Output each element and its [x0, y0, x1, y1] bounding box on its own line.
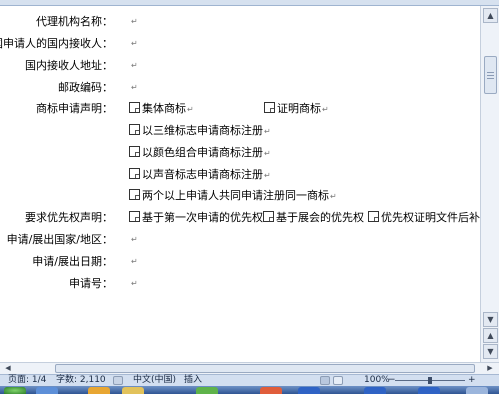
media-icon[interactable]: [260, 387, 282, 394]
insert-mode[interactable]: 插入: [184, 375, 202, 386]
language[interactable]: 中文(中国): [133, 375, 176, 386]
taskbar: [0, 386, 499, 394]
zoom-in-button[interactable]: +: [468, 375, 476, 386]
scroll-down-button[interactable]: ▼: [483, 312, 498, 327]
form-row-sound: 以声音标志申请商标注册↵: [0, 167, 480, 183]
option-three-dimensional[interactable]: 以三维标志申请商标注册↵: [129, 123, 271, 140]
previous-page-button[interactable]: ▲: [483, 328, 498, 343]
grip-icon: [487, 78, 494, 79]
form-row-domestic-recipient: 一国申请人的国内接收人： ↵: [0, 36, 480, 52]
checkbox-documents-later[interactable]: [368, 211, 379, 222]
arrow-down-icon: ▼: [487, 315, 494, 324]
field-label: 国内接收人地址：: [25, 59, 113, 72]
grip-icon: [487, 72, 494, 73]
form-row-date: 申请/展出日期： ↵: [0, 254, 480, 270]
scroll-right-button[interactable]: ▶: [484, 363, 496, 374]
folder-icon[interactable]: [88, 387, 110, 394]
form-row-joint-applicants: 两个以上申请人共同申请注册同一商标↵: [0, 188, 480, 204]
word-icon[interactable]: [298, 387, 320, 394]
grip-icon: [487, 75, 494, 76]
field-label: 申请号：: [69, 277, 113, 290]
document-page[interactable]: 代理机构名称： ↵ 一国申请人的国内接收人： ↵ 国内接收人地址： ↵ 邮政编码…: [0, 6, 480, 362]
arrow-up-icon: ▲: [487, 11, 494, 20]
start-button-icon[interactable]: [4, 387, 26, 394]
zoom-level[interactable]: 100%: [364, 375, 390, 386]
status-bar: 页面: 1/4 字数: 2,110 中文(中国) 插入 100% − +: [0, 374, 499, 386]
scroll-up-button[interactable]: ▲: [483, 8, 498, 23]
field-label: 申请/展出日期：: [32, 255, 113, 268]
checkbox-joint-applicants[interactable]: [129, 189, 140, 200]
field-label: 商标申请声明：: [36, 102, 113, 115]
paragraph-mark: ↵: [131, 279, 138, 288]
form-row-three-dimensional: 以三维标志申请商标注册↵: [0, 123, 480, 139]
checkbox-first-application[interactable]: [129, 211, 140, 222]
explorer-icon[interactable]: [122, 387, 144, 394]
form-row-postal-code: 邮政编码： ↵: [0, 80, 480, 96]
field-label: 申请/展出国家/地区：: [6, 233, 113, 246]
option-joint-applicants[interactable]: 两个以上申请人共同申请注册同一商标↵: [129, 188, 337, 205]
proofing-icon[interactable]: [113, 376, 123, 385]
option-certification[interactable]: 证明商标↵: [264, 101, 329, 118]
option-exhibition[interactable]: 基于展会的优先权: [263, 210, 364, 226]
option-first-application[interactable]: 基于第一次申请的优先权: [129, 210, 263, 226]
checkbox-exhibition[interactable]: [263, 211, 274, 222]
form-row-country: 申请/展出国家/地区： ↵: [0, 232, 480, 248]
tray-icon[interactable]: [466, 387, 488, 394]
print-layout-view-icon[interactable]: [320, 376, 330, 385]
form-row-color-combination: 以颜色组合申请商标注册↵: [0, 145, 480, 161]
scroll-thumb[interactable]: [484, 56, 497, 94]
form-row-application-number: 申请号： ↵: [0, 276, 480, 292]
paragraph-mark: ↵: [131, 17, 138, 26]
field-label: 代理机构名称：: [36, 15, 113, 28]
browser-icon[interactable]: [36, 387, 58, 394]
horizontal-scrollbar[interactable]: ◀ ▶: [0, 362, 499, 374]
paragraph-mark: ↵: [131, 83, 138, 92]
field-label: 要求优先权声明：: [25, 211, 113, 224]
page-count[interactable]: 页面: 1/4: [8, 375, 46, 386]
arrow-right-icon: ▶: [487, 364, 493, 372]
option-collective[interactable]: 集体商标↵: [129, 101, 194, 118]
next-page-button[interactable]: ▼: [483, 344, 498, 359]
form-row-trademark-declaration: 商标申请声明： 集体商标↵ 证明商标↵: [0, 101, 480, 117]
checkbox-sound[interactable]: [129, 168, 140, 179]
word-icon[interactable]: [364, 387, 386, 394]
option-sound[interactable]: 以声音标志申请商标注册↵: [129, 167, 271, 184]
vertical-scrollbar[interactable]: ▲ ▼ ▲ ▼: [480, 6, 499, 362]
checkbox-color-combination[interactable]: [129, 146, 140, 157]
form-row-priority-declaration: 要求优先权声明： 基于第一次申请的优先权 基于展会的优先权 优先权证明文件后补: [0, 210, 480, 226]
paragraph-mark: ↵: [131, 257, 138, 266]
option-color-combination[interactable]: 以颜色组合申请商标注册↵: [129, 145, 271, 162]
reading-view-icon[interactable]: [333, 376, 343, 385]
checkbox-three-dimensional[interactable]: [129, 124, 140, 135]
horizontal-scroll-thumb[interactable]: [55, 364, 475, 373]
arrow-left-icon: ◀: [5, 364, 11, 372]
field-label: 邮政编码：: [58, 81, 113, 94]
checkbox-collective[interactable]: [129, 102, 140, 113]
form-row-recipient-address: 国内接收人地址： ↵: [0, 58, 480, 74]
checkbox-certification[interactable]: [264, 102, 275, 113]
word-icon[interactable]: [418, 387, 440, 394]
app-icon[interactable]: [196, 387, 218, 394]
word-count[interactable]: 字数: 2,110: [56, 375, 106, 386]
paragraph-mark: ↵: [131, 39, 138, 48]
field-label: 一国申请人的国内接收人：: [0, 37, 113, 50]
form-row-agency: 代理机构名称： ↵: [0, 14, 480, 30]
zoom-slider-knob[interactable]: [428, 377, 432, 384]
option-documents-later[interactable]: 优先权证明文件后补: [368, 210, 480, 226]
paragraph-mark: ↵: [131, 235, 138, 244]
double-down-icon: ▼: [487, 347, 494, 356]
paragraph-mark: ↵: [131, 61, 138, 70]
double-up-icon: ▲: [487, 331, 494, 340]
scroll-left-button[interactable]: ◀: [2, 363, 14, 374]
